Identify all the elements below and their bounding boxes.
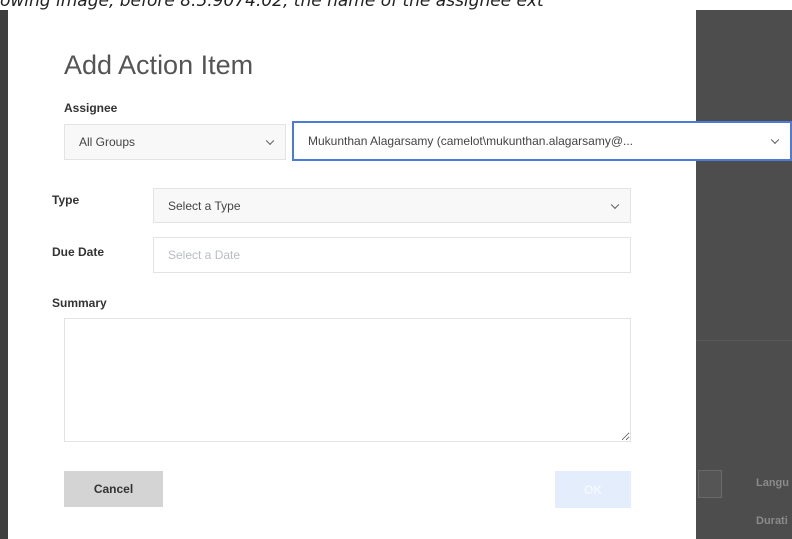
background-duration-label: Durati: [756, 515, 788, 527]
chevron-down-icon: [265, 136, 275, 146]
background-field: [698, 470, 722, 498]
background-language-label: Langu: [756, 477, 789, 489]
add-action-item-dialog: Add Action Item Assignee All Groups Muku…: [8, 10, 792, 539]
document-caption: owing image, before 8.5.9074.02, the nam…: [0, 0, 792, 10]
caption-text: owing image, before 8.5.9074.02, the nam…: [0, 0, 544, 10]
left-edge-strip: [0, 10, 8, 539]
assignee-label: Assignee: [64, 101, 118, 115]
chevron-down-icon: [770, 135, 780, 145]
assignee-person-select[interactable]: Mukunthan Alagarsamy (camelot\mukunthan.…: [292, 121, 792, 161]
chevron-down-icon: [610, 200, 620, 209]
due-date-input[interactable]: [153, 237, 631, 273]
assignee-group-select[interactable]: All Groups: [64, 124, 286, 160]
cancel-button[interactable]: Cancel: [64, 471, 163, 507]
type-select[interactable]: Select a Type: [153, 188, 631, 223]
summary-textarea[interactable]: [64, 318, 631, 442]
ok-button[interactable]: OK: [555, 471, 631, 508]
background-divider: [695, 340, 792, 341]
assignee-person-value: Mukunthan Alagarsamy (camelot\mukunthan.…: [308, 134, 634, 148]
type-label: Type: [52, 193, 80, 207]
type-value: Select a Type: [168, 198, 241, 213]
due-date-label: Due Date: [52, 245, 105, 259]
summary-label: Summary: [52, 296, 107, 310]
dialog-title: Add Action Item: [64, 50, 254, 80]
assignee-group-value: All Groups: [79, 135, 136, 149]
